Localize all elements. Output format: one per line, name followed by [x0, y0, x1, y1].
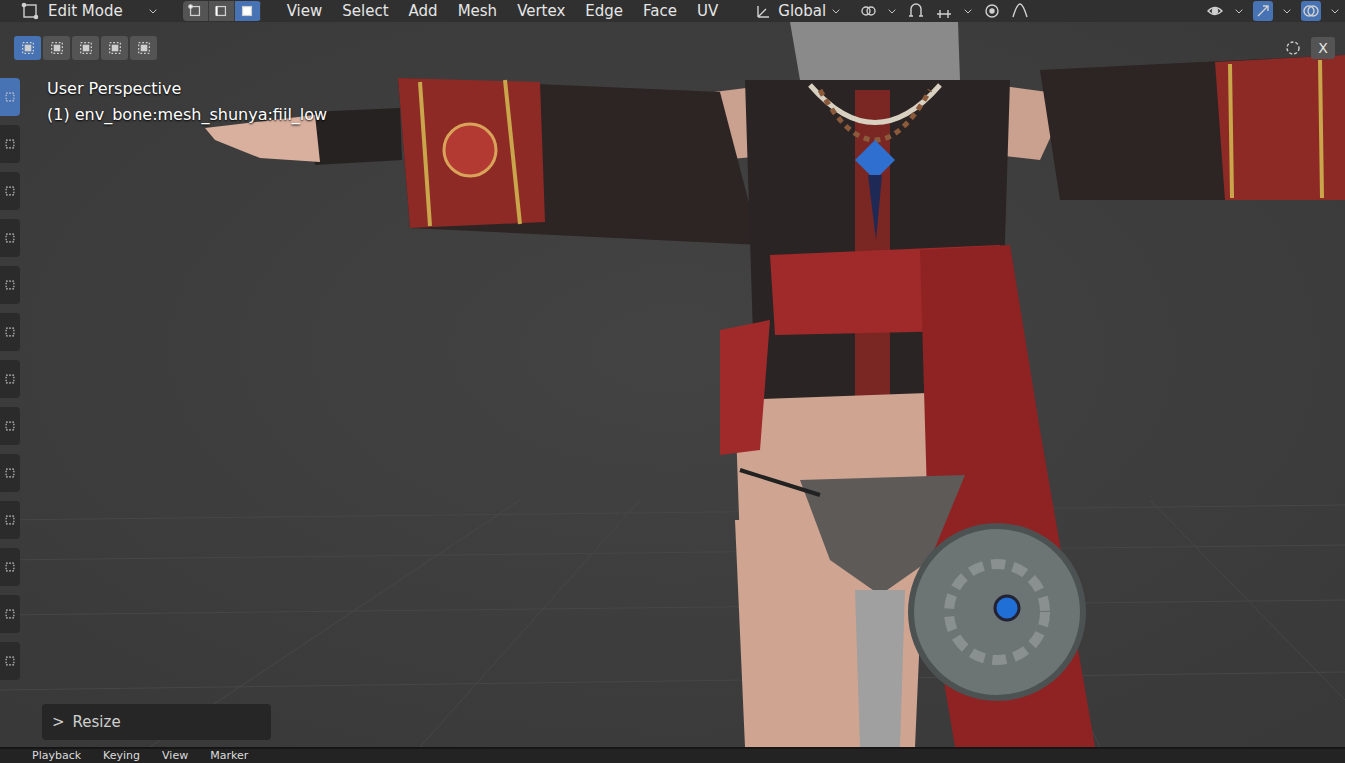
chevron-icon — [147, 5, 159, 17]
chevron-icon — [1281, 5, 1293, 17]
tool-icon — [3, 513, 17, 527]
header-right-tools — [1205, 1, 1345, 21]
menu-item[interactable]: Mesh — [448, 0, 508, 22]
tool-icon — [3, 231, 17, 245]
timeline-menu[interactable]: Keying — [103, 749, 140, 763]
object-info: (1) env_bone:mesh_shunya:fiil_low — [47, 102, 1335, 128]
close-button[interactable]: X — [1311, 37, 1335, 59]
tool-icon — [3, 184, 17, 198]
tool-icon — [3, 560, 17, 574]
edit-mode-icon — [20, 1, 40, 21]
snap-icon — [906, 1, 926, 21]
timeline-menu[interactable]: Playback — [32, 749, 81, 763]
viewport-top-right: X — [1283, 37, 1335, 59]
orientation-dropdown[interactable]: Global — [754, 0, 842, 22]
proportional-icon — [982, 1, 1002, 21]
tool-button[interactable] — [0, 125, 20, 163]
edge-icon — [213, 3, 229, 19]
mode-dropdown[interactable]: Edit Mode — [48, 0, 159, 22]
tool-button[interactable] — [0, 642, 20, 680]
box-select-icon — [49, 40, 65, 56]
tool-button[interactable] — [0, 266, 20, 304]
tool-button[interactable] — [0, 219, 20, 257]
chevron-icon — [1329, 5, 1341, 17]
viewport-info: User Perspective(1) env_bone:mesh_shunya… — [22, 76, 1335, 128]
tool-button[interactable] — [0, 360, 20, 398]
menu-bar: ViewSelectAddMeshVertexEdgeFaceUV — [277, 0, 729, 22]
box-select-icon — [20, 40, 36, 56]
box-select-icon — [136, 40, 152, 56]
operator-title[interactable]: Resize — [73, 711, 121, 734]
tool-button[interactable] — [0, 78, 20, 116]
tool-button[interactable] — [0, 172, 20, 210]
tool-button[interactable] — [0, 313, 20, 351]
tool-button[interactable] — [0, 501, 20, 539]
edge-select-button[interactable] — [209, 1, 235, 21]
vertex-select-button[interactable] — [183, 1, 209, 21]
box-mode-button[interactable] — [14, 36, 41, 60]
gizmo-icon — [1253, 1, 1273, 21]
menu-item[interactable]: Edge — [575, 0, 633, 22]
tool-button[interactable] — [0, 454, 20, 492]
view-name: User Perspective — [47, 76, 1335, 102]
tool-icon — [3, 419, 17, 433]
expand-chevron[interactable]: > — [52, 711, 65, 734]
tool-icon — [3, 325, 17, 339]
tool-icon — [3, 466, 17, 480]
header-bar: Edit Mode ViewSelectAddMeshVertexEdgeFace… — [0, 0, 1345, 22]
snap-cursor-icon — [1283, 38, 1303, 58]
tool-button[interactable] — [0, 407, 20, 445]
chevron-icon — [830, 5, 842, 17]
orientation-label[interactable]: Global — [778, 0, 826, 22]
viewport[interactable]: X User Perspective(1) env_bone:mesh_shuny… — [22, 22, 1345, 747]
operator-panel[interactable]: > Resize — [42, 704, 271, 740]
toolbar — [0, 22, 22, 747]
visibility-icon — [1205, 1, 1225, 21]
menu-item[interactable]: Vertex — [507, 0, 575, 22]
box-mode-button[interactable] — [101, 36, 128, 60]
selection-box-modes — [14, 36, 157, 60]
vertex-icon — [187, 3, 203, 19]
menu-item[interactable]: Face — [633, 0, 687, 22]
pivot-icon — [858, 1, 878, 21]
tool-button[interactable] — [0, 548, 20, 586]
menu-item[interactable]: View — [277, 0, 333, 22]
viewport-area: X User Perspective(1) env_bone:mesh_shuny… — [0, 22, 1345, 747]
box-select-icon — [107, 40, 123, 56]
header-tools — [858, 1, 1030, 21]
tool-button[interactable] — [0, 595, 20, 633]
box-mode-button[interactable] — [72, 36, 99, 60]
box-mode-button[interactable] — [130, 36, 157, 60]
face-icon — [239, 3, 255, 19]
box-select-icon — [78, 40, 94, 56]
scene-render — [0, 22, 1345, 747]
menu-item[interactable]: Add — [399, 0, 448, 22]
face-select-button[interactable] — [235, 1, 261, 21]
chevron-icon — [886, 5, 898, 17]
tool-icon — [3, 278, 17, 292]
falloff-icon — [1010, 1, 1030, 21]
tool-icon — [3, 372, 17, 386]
chevron-icon — [962, 5, 974, 17]
menu-item[interactable]: Select — [332, 0, 398, 22]
viewport-top-row: X — [22, 36, 1335, 60]
overlay-icon — [1301, 1, 1321, 21]
menu-item[interactable]: UV — [687, 0, 728, 22]
chevron-icon — [1233, 5, 1245, 17]
select-mode-group — [183, 1, 261, 21]
timeline-header: Playback Keying View Marker — [0, 747, 1345, 763]
box-mode-button[interactable] — [43, 36, 70, 60]
tool-icon — [3, 90, 17, 104]
mode-label[interactable]: Edit Mode — [48, 0, 123, 22]
timeline-menu[interactable]: Marker — [210, 749, 248, 763]
tool-icon — [3, 654, 17, 668]
tool-icon — [3, 137, 17, 151]
orientation-icon — [754, 1, 774, 21]
timeline-menu[interactable]: View — [162, 749, 188, 763]
snap-target-icon — [934, 1, 954, 21]
tool-icon — [3, 607, 17, 621]
